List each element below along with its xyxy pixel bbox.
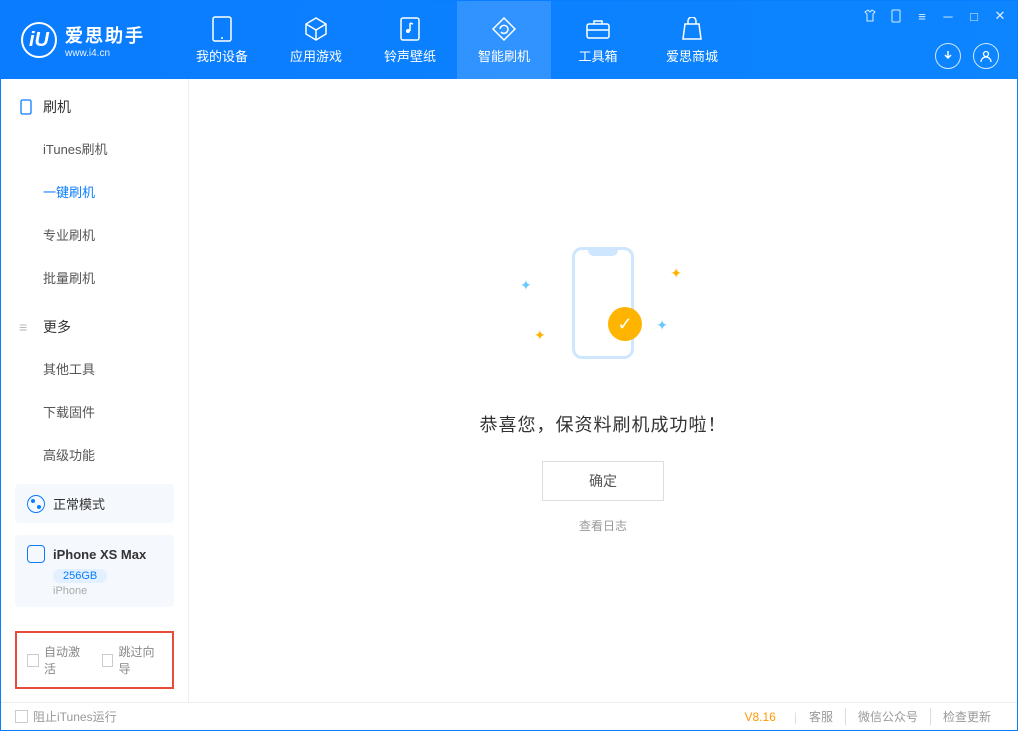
success-illustration: ✓ ✦ ✦ ✦ ✦ xyxy=(548,247,658,387)
highlighted-options: 自动激活 跳过向导 xyxy=(15,631,174,689)
window-controls: ≡ ─ □ ✕ xyxy=(861,7,1009,25)
sidebar: 刷机 iTunes刷机 一键刷机 专业刷机 批量刷机 ≡ 更多 其他工具 下载固… xyxy=(1,79,189,702)
checkbox-icon xyxy=(102,654,114,667)
success-message: 恭喜您，保资料刷机成功啦！ xyxy=(480,411,727,437)
nav-label: 爱思商城 xyxy=(666,46,718,65)
device-icon xyxy=(27,545,45,563)
nav-label: 应用游戏 xyxy=(290,46,342,65)
footer-link-update[interactable]: 检查更新 xyxy=(930,708,1003,725)
footer: 阻止iTunes运行 V8.16 | 客服 微信公众号 检查更新 xyxy=(1,702,1017,730)
sidebar-item-itunes-flash[interactable]: iTunes刷机 xyxy=(1,127,188,170)
cube-icon xyxy=(303,16,329,42)
phone-icon xyxy=(19,99,35,115)
version-label: V8.16 xyxy=(744,710,775,724)
list-icon: ≡ xyxy=(19,319,35,335)
nav-tab-ringtones[interactable]: 铃声壁纸 xyxy=(363,1,457,79)
status-label: 正常模式 xyxy=(53,494,105,513)
close-button[interactable]: ✕ xyxy=(991,7,1009,25)
header: iU 爱思助手 www.i4.cn 我的设备 应用游戏 铃声壁纸 智能刷机 工具… xyxy=(1,1,1017,79)
device-type: iPhone xyxy=(53,585,162,597)
device-icon xyxy=(209,16,235,42)
menu-icon[interactable]: ≡ xyxy=(913,7,931,25)
nav-tab-apps[interactable]: 应用游戏 xyxy=(269,1,363,79)
logo-icon: iU xyxy=(21,22,57,58)
sparkle-icon: ✦ xyxy=(656,317,668,334)
nav-tab-device[interactable]: 我的设备 xyxy=(175,1,269,79)
check-icon: ✓ xyxy=(608,307,642,341)
device-storage: 256GB xyxy=(53,569,107,583)
sidebar-section-more: ≡ 更多 xyxy=(1,317,188,347)
sparkle-icon: ✦ xyxy=(534,327,546,344)
checkbox-icon xyxy=(15,710,28,723)
nav-label: 工具箱 xyxy=(578,46,617,65)
footer-link-support[interactable]: 客服 xyxy=(797,708,845,725)
maximize-button[interactable]: □ xyxy=(965,7,983,25)
device-panel[interactable]: iPhone XS Max 256GB iPhone xyxy=(15,535,174,607)
sparkle-icon: ✦ xyxy=(520,277,532,294)
sidebar-section-flash: 刷机 xyxy=(1,97,188,127)
nav-tabs: 我的设备 应用游戏 铃声壁纸 智能刷机 工具箱 爱思商城 xyxy=(175,1,739,79)
sidebar-item-oneclick-flash[interactable]: 一键刷机 xyxy=(1,170,188,213)
nav-label: 智能刷机 xyxy=(478,46,530,65)
toolbox-icon xyxy=(585,16,611,42)
main-content: ✓ ✦ ✦ ✦ ✦ 恭喜您，保资料刷机成功啦！ 确定 查看日志 xyxy=(189,79,1017,702)
nav-tab-shop[interactable]: 爱思商城 xyxy=(645,1,739,79)
header-right xyxy=(935,43,999,69)
checkbox-icon xyxy=(27,654,39,667)
sidebar-item-download-firmware[interactable]: 下载固件 xyxy=(1,390,188,433)
minimize-button[interactable]: ─ xyxy=(939,7,957,25)
checkbox-label: 跳过向导 xyxy=(118,643,162,677)
sidebar-item-advanced[interactable]: 高级功能 xyxy=(1,433,188,476)
status-panel[interactable]: 正常模式 xyxy=(15,484,174,523)
skip-guide-checkbox[interactable]: 跳过向导 xyxy=(102,643,163,677)
download-button[interactable] xyxy=(935,43,961,69)
nav-tab-toolbox[interactable]: 工具箱 xyxy=(551,1,645,79)
app-url: www.i4.cn xyxy=(65,48,145,59)
auto-activate-checkbox[interactable]: 自动激活 xyxy=(27,643,88,677)
block-itunes-checkbox[interactable]: 阻止iTunes运行 xyxy=(15,708,117,725)
shirt-icon[interactable] xyxy=(861,7,879,25)
nav-label: 铃声壁纸 xyxy=(384,46,436,65)
status-icon xyxy=(27,495,45,513)
ok-button[interactable]: 确定 xyxy=(542,461,664,501)
user-button[interactable] xyxy=(973,43,999,69)
sidebar-item-batch-flash[interactable]: 批量刷机 xyxy=(1,256,188,299)
sidebar-item-other-tools[interactable]: 其他工具 xyxy=(1,347,188,390)
checkbox-label: 自动激活 xyxy=(44,643,88,677)
app-name: 爱思助手 xyxy=(65,22,145,48)
view-log-link[interactable]: 查看日志 xyxy=(579,517,627,534)
sidebar-item-pro-flash[interactable]: 专业刷机 xyxy=(1,213,188,256)
shop-icon xyxy=(679,16,705,42)
nav-label: 我的设备 xyxy=(196,46,248,65)
music-icon xyxy=(397,16,423,42)
section-title: 刷机 xyxy=(43,97,71,117)
sparkle-icon: ✦ xyxy=(670,265,682,282)
checkbox-label: 阻止iTunes运行 xyxy=(33,708,117,725)
phone-icon[interactable] xyxy=(887,7,905,25)
footer-link-wechat[interactable]: 微信公众号 xyxy=(845,708,930,725)
nav-tab-flash[interactable]: 智能刷机 xyxy=(457,1,551,79)
logo[interactable]: iU 爱思助手 www.i4.cn xyxy=(1,22,165,59)
section-title: 更多 xyxy=(43,317,71,337)
device-name: iPhone XS Max xyxy=(53,547,146,562)
refresh-icon xyxy=(491,16,517,42)
